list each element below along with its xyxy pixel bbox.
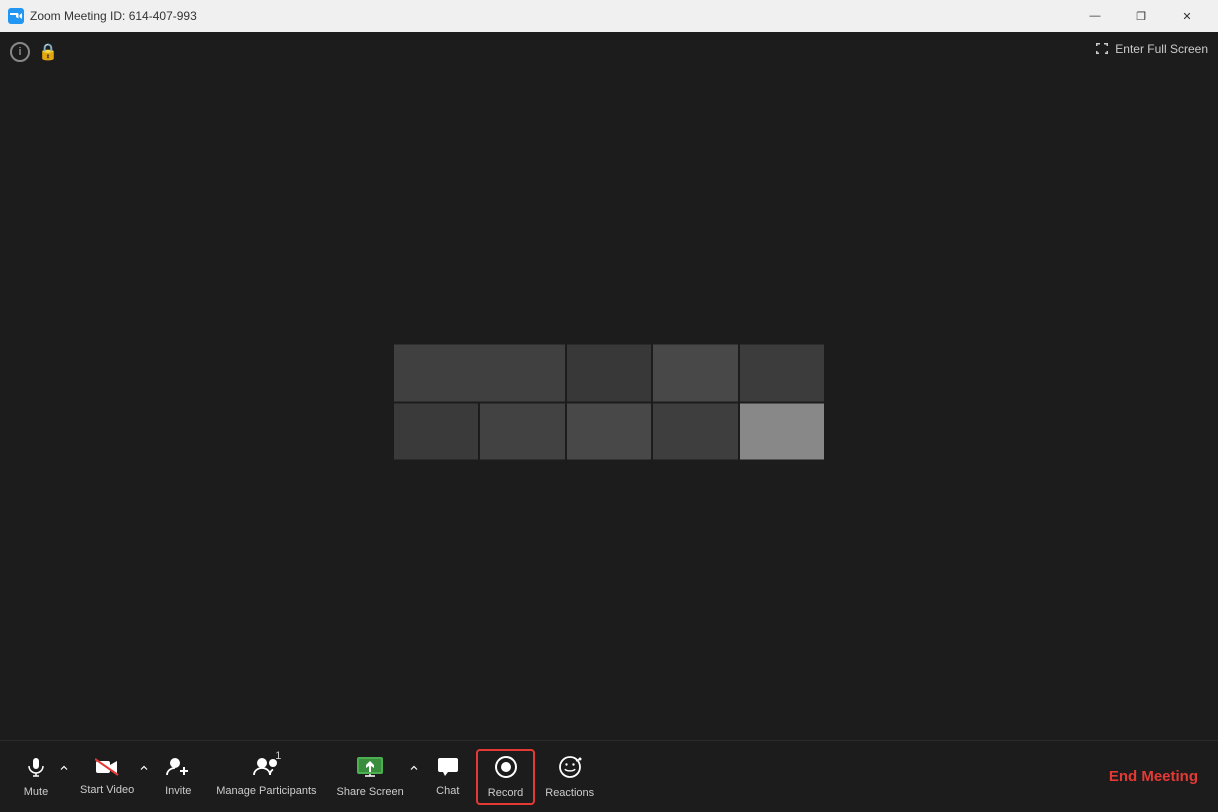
video-area xyxy=(394,345,824,460)
video-tile xyxy=(740,403,824,460)
main-content: i 🔒 Enter Full Screen xyxy=(0,32,1218,812)
invite-label: Invite xyxy=(165,785,191,797)
share-screen-group: Share Screen xyxy=(327,752,420,802)
title-left: Zoom Meeting ID: 614-407-993 xyxy=(8,8,197,24)
mute-label: Mute xyxy=(24,786,48,798)
lock-icon: 🔒 xyxy=(38,42,58,62)
start-video-label: Start Video xyxy=(80,784,134,796)
title-controls: — ❐ ✕ xyxy=(1072,0,1210,32)
chat-label: Chat xyxy=(436,785,459,797)
reactions-icon xyxy=(558,755,582,783)
reactions-button[interactable]: Reactions xyxy=(535,751,604,803)
participant-count-badge: 1 xyxy=(275,751,281,762)
title-bar: Zoom Meeting ID: 614-407-993 — ❐ ✕ xyxy=(0,0,1218,32)
video-tile xyxy=(394,345,565,402)
share-screen-icon xyxy=(356,756,384,782)
toolbar: Mute Start Video xyxy=(0,740,1218,812)
minimize-button[interactable]: — xyxy=(1072,0,1118,32)
fullscreen-button[interactable]: Enter Full Screen xyxy=(1095,42,1208,56)
manage-participants-button[interactable]: 1 Manage Participants xyxy=(206,753,326,801)
chat-icon xyxy=(437,757,459,781)
invite-button[interactable]: Invite xyxy=(150,753,206,801)
end-meeting-button[interactable]: End Meeting xyxy=(1097,760,1210,793)
title-text: Zoom Meeting ID: 614-407-993 xyxy=(30,9,197,23)
mute-group: Mute xyxy=(8,752,70,802)
info-icon[interactable]: i xyxy=(10,42,30,62)
record-label: Record xyxy=(488,787,523,799)
close-button[interactable]: ✕ xyxy=(1164,0,1210,32)
camera-slash-icon xyxy=(95,758,119,780)
video-tile xyxy=(567,345,651,402)
share-screen-button[interactable]: Share Screen xyxy=(327,752,414,802)
video-tile xyxy=(480,403,564,460)
start-video-button[interactable]: Start Video xyxy=(70,754,144,800)
share-screen-label: Share Screen xyxy=(337,786,404,798)
fullscreen-icon xyxy=(1095,42,1109,56)
video-group: Start Video xyxy=(70,754,150,800)
video-tile xyxy=(394,403,478,460)
participants-icon: 1 xyxy=(253,757,279,781)
mute-button[interactable]: Mute xyxy=(8,752,64,802)
mic-icon xyxy=(25,756,47,782)
info-bar: i 🔒 xyxy=(10,42,58,62)
zoom-logo-icon xyxy=(8,8,24,24)
manage-participants-label: Manage Participants xyxy=(216,785,316,797)
fullscreen-label: Enter Full Screen xyxy=(1115,42,1208,56)
video-tile xyxy=(740,345,824,402)
video-tile xyxy=(567,403,651,460)
video-tile xyxy=(653,345,737,402)
record-icon xyxy=(494,755,518,783)
video-tile xyxy=(653,403,737,460)
invite-icon xyxy=(166,757,190,781)
record-button[interactable]: Record xyxy=(476,749,535,805)
reactions-label: Reactions xyxy=(545,787,594,799)
chat-button[interactable]: Chat xyxy=(420,753,476,801)
restore-button[interactable]: ❐ xyxy=(1118,0,1164,32)
